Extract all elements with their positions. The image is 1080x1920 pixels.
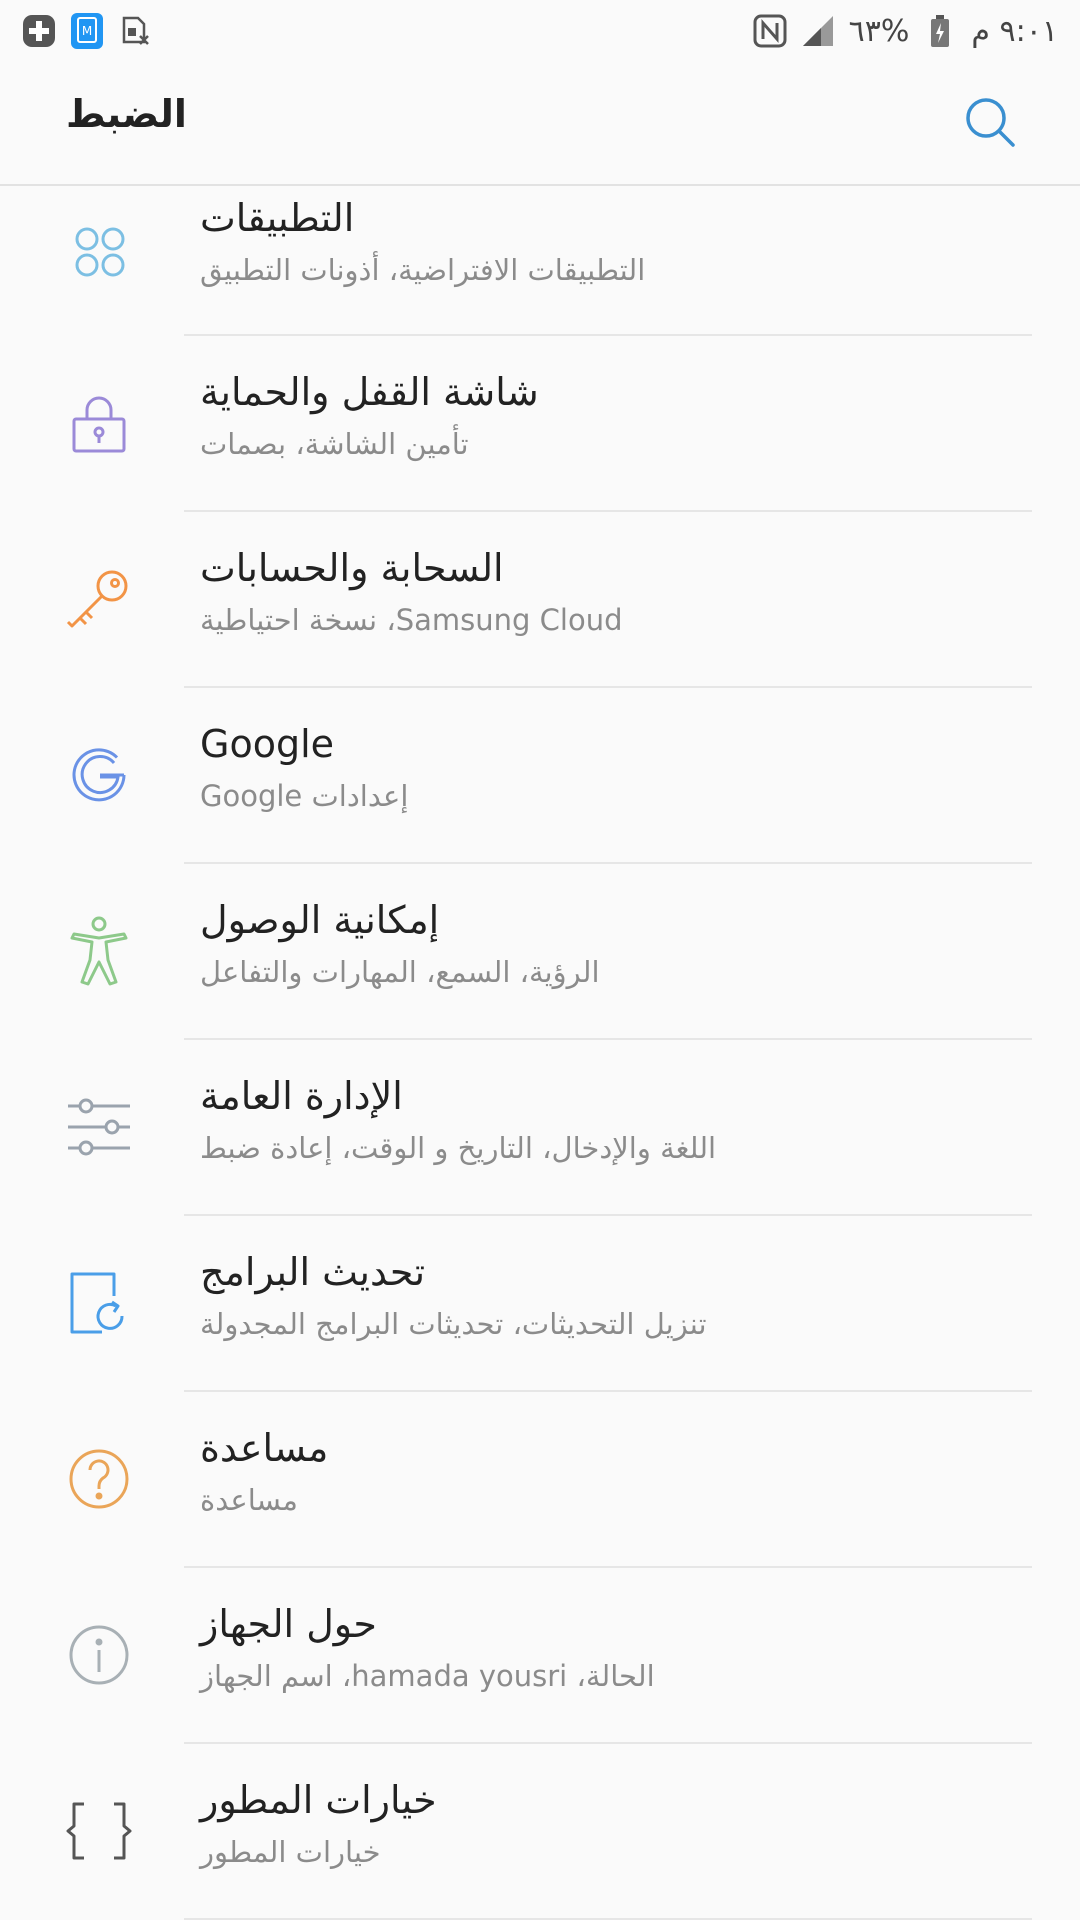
settings-item-title: خيارات المطور (200, 1778, 437, 1822)
settings-item-title: السحابة والحسابات (200, 546, 504, 590)
settings-item-subtitle: خيارات المطور (200, 1835, 381, 1869)
info-icon (62, 1618, 136, 1692)
status-right-icons: ٦٣% ٩:٠١ م (753, 14, 1058, 49)
plus-circle-icon (22, 14, 56, 48)
settings-item-title: شاشة القفل والحماية (200, 370, 539, 414)
svg-text:M: M (82, 24, 92, 38)
settings-item-subtitle: Samsung Cloud، نسخة احتياطية (200, 603, 623, 637)
settings-item-title: التطبيقات (200, 196, 355, 240)
lock-icon (62, 386, 136, 460)
settings-item-developer-options[interactable]: خيارات المطور خيارات المطور (0, 1744, 1080, 1920)
settings-item-accessibility[interactable]: إمكانية الوصول الرؤية، السمع، المهارات و… (0, 864, 1080, 1040)
settings-item-title: الإدارة العامة (200, 1074, 403, 1118)
search-icon (966, 98, 1015, 147)
settings-item-subtitle: اللغة والإدخال، التاريخ و الوقت، إعادة ض… (200, 1131, 717, 1165)
nfc-icon (753, 14, 787, 48)
settings-item-google[interactable]: Google إعدادات Google (0, 688, 1080, 864)
page-title: الضبط (66, 92, 187, 136)
settings-item-title: Google (200, 722, 335, 766)
settings-item-title: إمكانية الوصول (200, 898, 440, 942)
google-icon (62, 738, 136, 812)
status-bar: M ٦٣% ٩:٠١ م (0, 0, 1080, 62)
settings-item-lock-screen[interactable]: شاشة القفل والحماية تأمين الشاشة، بصمات (0, 336, 1080, 512)
accessibility-icon (62, 914, 136, 988)
update-icon (62, 1266, 136, 1340)
phone-m-icon: M (70, 13, 104, 49)
settings-item-title: حول الجهاز (200, 1602, 377, 1646)
settings-item-help[interactable]: مساعدة مساعدة (0, 1392, 1080, 1568)
settings-item-general-management[interactable]: الإدارة العامة اللغة والإدخال، التاريخ و… (0, 1040, 1080, 1216)
sim-off-icon (118, 14, 152, 48)
settings-item-about-device[interactable]: حول الجهاز الحالة، hamada yousri، اسم ال… (0, 1568, 1080, 1744)
settings-item-subtitle: إعدادات Google (200, 779, 409, 813)
settings-item-subtitle: الرؤية، السمع، المهارات والتفاعل (200, 955, 600, 989)
settings-item-apps[interactable]: التطبيقات التطبيقات الافتراضية، أذونات ا… (0, 190, 1080, 336)
settings-item-subtitle: مساعدة (200, 1483, 298, 1517)
settings-item-cloud-accounts[interactable]: السحابة والحسابات Samsung Cloud، نسخة اح… (0, 512, 1080, 688)
settings-item-title: مساعدة (200, 1426, 329, 1470)
settings-item-subtitle: تنزيل التحديثات، تحديثات البرامج المجدول… (200, 1307, 707, 1341)
clock: ٩:٠١ م (971, 13, 1058, 49)
apps-grid-icon (62, 214, 136, 288)
status-left-icons: M (22, 13, 152, 49)
key-icon (62, 562, 136, 636)
battery-percent: ٦٣% (848, 13, 910, 49)
settings-item-title: تحديث البرامج (200, 1250, 426, 1294)
search-button[interactable] (960, 92, 1022, 154)
signal-icon (801, 14, 835, 48)
settings-list: التطبيقات التطبيقات الافتراضية، أذونات ا… (0, 190, 1080, 1920)
battery-charging-icon (923, 14, 957, 48)
help-icon (62, 1442, 136, 1516)
app-bar: الضبط (0, 62, 1080, 186)
settings-item-subtitle: الحالة، hamada yousri، اسم الجهاز (200, 1659, 655, 1693)
settings-item-software-update[interactable]: تحديث البرامج تنزيل التحديثات، تحديثات ا… (0, 1216, 1080, 1392)
settings-item-subtitle: التطبيقات الافتراضية، أذونات التطبيق (200, 253, 646, 287)
braces-icon (62, 1794, 136, 1868)
settings-item-subtitle: تأمين الشاشة، بصمات (200, 427, 469, 461)
sliders-icon (62, 1090, 136, 1164)
